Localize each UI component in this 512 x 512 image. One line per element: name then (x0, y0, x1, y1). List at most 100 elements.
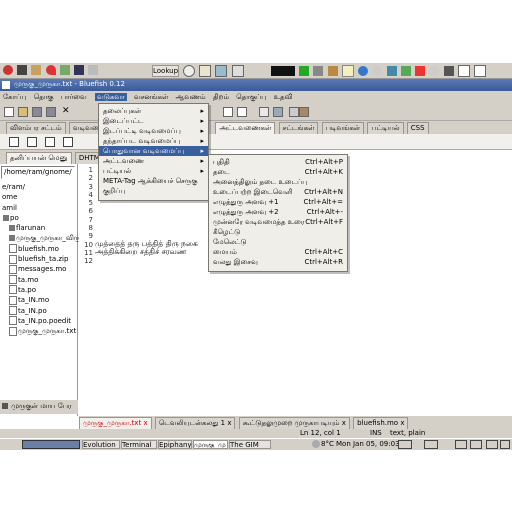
tree-item[interactable]: முருகு_முருகா_விருப்பம் (2, 233, 96, 243)
eject-icon[interactable] (486, 440, 498, 449)
stop-icon[interactable] (455, 440, 467, 449)
submenu-item[interactable]: முன்னரே வடிவமைத்த உரை Ctrl+Alt+F (209, 217, 347, 227)
document-icon[interactable] (88, 65, 99, 75)
task-terminal[interactable]: Terminal (121, 440, 157, 449)
terminal-icon[interactable] (17, 65, 28, 75)
tree-item[interactable]: e/ram/ (2, 182, 76, 192)
table-icon[interactable] (9, 137, 19, 147)
close-icon[interactable]: x (227, 419, 231, 427)
tree-item[interactable]: messages.mo (2, 264, 76, 274)
tree-item[interactable]: bluefish.mo (2, 244, 76, 254)
menu-item-special[interactable]: இடைப்பட்ட ▸ (99, 116, 208, 126)
table-cell-icon[interactable] (45, 137, 55, 147)
table-row-icon[interactable] (27, 137, 37, 147)
tree-item[interactable]: ta_IN.mo (2, 295, 76, 305)
save-icon[interactable] (32, 107, 42, 117)
app-menu-icon[interactable] (3, 65, 13, 75)
menu-help[interactable]: உதவி (274, 93, 293, 101)
image-icon[interactable] (74, 65, 85, 75)
save-as-icon[interactable] (46, 107, 56, 117)
star-icon[interactable] (415, 66, 426, 76)
menu-item-meta[interactable]: META-Tag ஆக்கியைச் செருகு (99, 176, 208, 186)
mail-icon[interactable] (31, 65, 42, 75)
submenu-item[interactable]: அனைத்திலும் தடை உடைப்பு (209, 177, 347, 187)
doc-tab[interactable]: கூட்டுதலுமுறை முருகாபடியும் x (238, 417, 350, 429)
notes-icon[interactable] (341, 65, 354, 77)
bird-icon[interactable] (400, 66, 411, 76)
prev-track-icon[interactable] (398, 440, 412, 449)
tab-dhtml[interactable]: DHTML (74, 152, 100, 164)
play-icon[interactable] (470, 440, 482, 449)
tab-custom-menu[interactable]: தனிப்பயன் மெனு (6, 152, 72, 164)
table-tool-icon[interactable] (237, 107, 247, 117)
cd-icon[interactable] (372, 66, 383, 76)
next-track-icon[interactable] (424, 440, 438, 449)
table-head-icon[interactable] (63, 137, 73, 147)
tree-item[interactable]: ta_IN.po (2, 306, 76, 316)
tree-item[interactable]: ta_IN.po.poedit (2, 316, 76, 326)
menu-dialogs[interactable]: வசனங்கள் (134, 93, 168, 101)
path-combo[interactable]: /home/ram/gnome/ (1, 166, 75, 179)
tab-css[interactable]: CSS (406, 122, 429, 134)
menu-item-physical[interactable]: தந்தாப்பட வடிவமைப்பு ▸ (99, 136, 208, 146)
play-icon[interactable] (457, 65, 470, 77)
menu-item-format-general[interactable]: பொதுவான வடிவமைப்பு ▸ (99, 146, 208, 156)
tab-tables[interactable]: அட்டவணைகள் (215, 122, 276, 134)
tab-lists[interactable]: பட்டியல் (367, 122, 404, 134)
menu-item-headings[interactable]: தலைப்புகள் ▸ (99, 106, 208, 116)
tree-item[interactable]: flarunan (2, 223, 76, 233)
clock-icon[interactable] (183, 65, 195, 77)
submenu-item[interactable]: மையம் Ctrl+Alt+C (209, 247, 347, 257)
submenu-item[interactable]: புதிதி Ctrl+Alt+P (209, 157, 347, 167)
tab-frames[interactable]: சட்டங்கள் (278, 122, 319, 134)
tools-icon[interactable] (299, 107, 309, 117)
pause-icon[interactable] (500, 440, 510, 449)
tab-quickbar[interactable]: விளம்பர சட்டம் (6, 122, 66, 134)
tool-icon[interactable] (313, 66, 324, 76)
heart-icon[interactable] (45, 65, 56, 75)
menu-go[interactable]: திறம் (213, 93, 229, 101)
menu-edit[interactable]: தொகு (34, 93, 54, 101)
submenu-item[interactable]: கீழெட்டு (209, 227, 347, 237)
workspace-switcher[interactable] (22, 440, 80, 449)
monitor-icon[interactable] (443, 66, 454, 76)
tab-forms[interactable]: படிவங்கள் (321, 122, 365, 134)
task-bluefish[interactable]: முருகு_மு (193, 440, 228, 449)
submenu-item[interactable]: உடைப்பற்ற இடைவெளி Ctrl+Alt+N (209, 187, 347, 197)
close-icon[interactable]: x (400, 419, 404, 427)
submenu-item[interactable]: தடை Ctrl+Alt+K (209, 167, 347, 177)
check-tag-icon[interactable] (289, 107, 299, 117)
close-icon[interactable]: x (342, 419, 346, 427)
doc-tab[interactable]: bluefish.mo x (353, 417, 409, 429)
menu-item-table[interactable]: அட்டவணை ▸ (99, 156, 208, 166)
tree-item[interactable]: bluefish_ta.zip (2, 254, 76, 264)
new-file-icon[interactable] (4, 107, 14, 117)
lookup-button[interactable]: Lookup (152, 65, 179, 77)
screen-icon[interactable] (231, 65, 244, 77)
task-epiphany[interactable]: Epiphany (158, 440, 192, 449)
doc-tab-active[interactable]: முருகு_முருகா.txt x (79, 417, 152, 429)
network-icon[interactable] (386, 66, 397, 76)
image-tool-icon[interactable] (223, 107, 233, 117)
task-gimp[interactable]: The GIM (229, 440, 271, 449)
close-file-button[interactable]: ✕ (62, 106, 70, 116)
file-filter-combo[interactable]: முருகுள் மாய பேர (0, 400, 78, 414)
tree-item[interactable]: amil (2, 203, 76, 213)
menu-view[interactable]: பார்வை (61, 93, 87, 101)
globe-icon[interactable] (358, 66, 369, 76)
doc-tab[interactable]: டெவலியுடன்கலது 1 x (154, 417, 236, 429)
settings-icon[interactable] (327, 66, 338, 76)
workspace-switcher-icon[interactable] (271, 66, 295, 76)
chart-icon[interactable] (299, 66, 310, 76)
tree-item[interactable]: முருகு_முருகா.txt (2, 326, 76, 336)
open-file-icon[interactable] (18, 107, 28, 117)
tree-item[interactable]: po (2, 213, 76, 223)
title-bar[interactable]: முருகு_முருகா.txt - Bluefish 0.12 (0, 79, 512, 91)
calendar-icon[interactable] (199, 65, 212, 77)
tree-item[interactable]: ta.mo (2, 275, 76, 285)
submenu-item[interactable]: வலது இசைவு Ctrl+Alt+R (209, 257, 347, 267)
gear-icon[interactable] (429, 66, 440, 76)
menu-file[interactable]: கோப்பு (3, 93, 27, 101)
menu-item-comment[interactable]: குறிப்பு (99, 186, 208, 196)
menu-document[interactable]: ஆவணம் (176, 93, 206, 101)
